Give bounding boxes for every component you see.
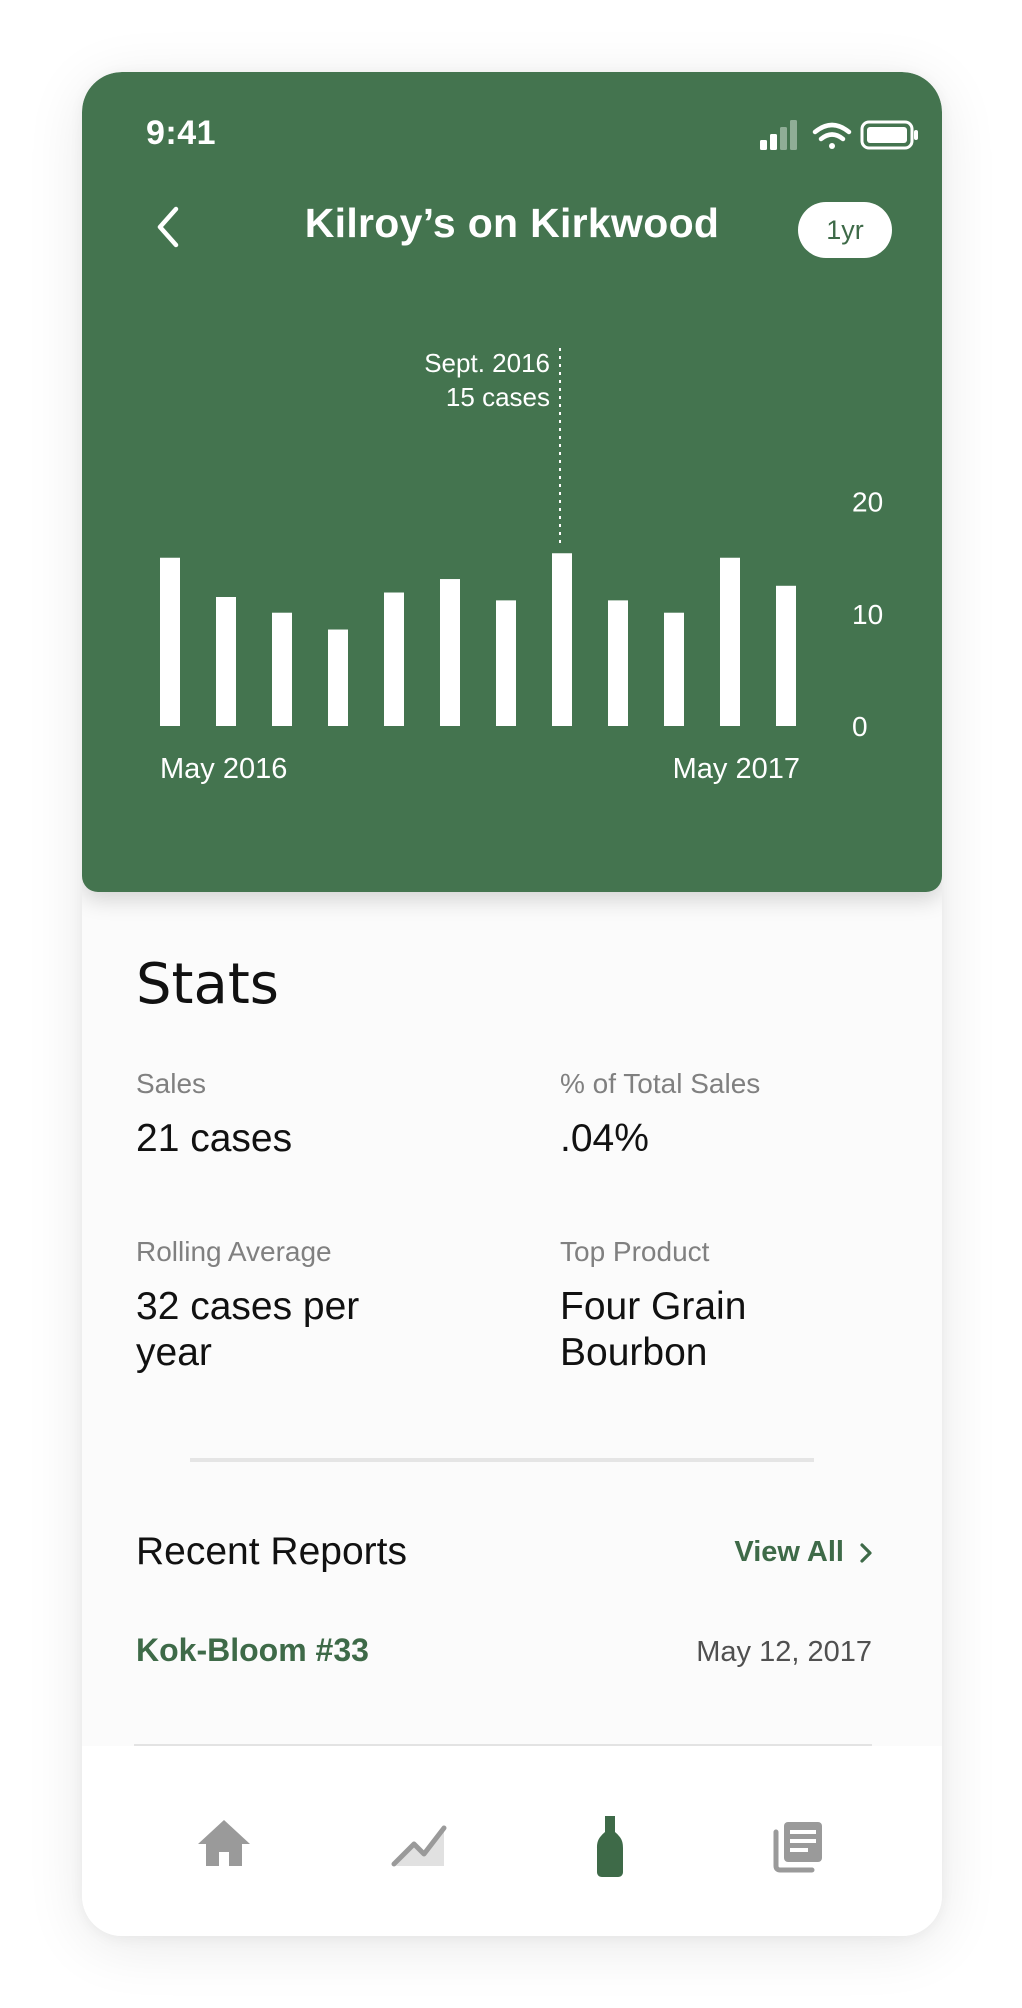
tab-reports[interactable] [758, 1806, 838, 1886]
chart-bar [608, 600, 628, 726]
chart-bar [440, 579, 460, 726]
stat-label: Top Product [560, 1236, 710, 1267]
chevron-right-icon [860, 1542, 872, 1563]
view-all-label: View All [734, 1536, 844, 1568]
x-tick-label: May 2016 [160, 753, 287, 785]
tab-trends[interactable] [380, 1806, 460, 1886]
stat-value: 32 cases per year [136, 1285, 360, 1374]
chart-bar [384, 592, 404, 726]
bottle-icon [597, 1816, 623, 1877]
stat-percent-total-sales: % of Total Sales .04% [560, 1068, 890, 1162]
header-panel: 9:41 Kilroy’s on Kirkwood 1yr 0 10 20 Ma… [82, 72, 942, 892]
tab-home[interactable] [184, 1806, 264, 1886]
phone-frame: 9:41 Kilroy’s on Kirkwood 1yr 0 10 20 Ma… [82, 72, 942, 1936]
section-divider [190, 1458, 814, 1462]
trend-chart-icon [391, 1825, 447, 1867]
stat-sales: Sales 21 cases [136, 1068, 466, 1162]
stat-value: Four Grain Bourbon [560, 1285, 747, 1374]
tab-products[interactable] [570, 1806, 650, 1886]
sales-bar-chart: 0 10 20 May 2016 May 2017 Sept. 2016 15 cases [160, 348, 883, 785]
stats-section: Stats [136, 952, 896, 1017]
y-tick-label: 10 [852, 599, 883, 630]
report-name: Kok-Bloom #33 [136, 1632, 369, 1668]
chart-bar [160, 557, 180, 726]
stat-label: Rolling Average [136, 1236, 332, 1267]
stat-rolling-average: Rolling Average 32 cases per year [136, 1236, 426, 1376]
highlight-month-label: Sept. 2016 [424, 348, 550, 378]
home-icon [198, 1820, 250, 1866]
chart-bar [216, 597, 236, 726]
chart-bar [776, 585, 796, 726]
stats-title: Stats [136, 952, 279, 1017]
chart-bar [664, 612, 684, 726]
stat-label: Sales [136, 1068, 207, 1099]
view-all-button[interactable]: View All [734, 1536, 874, 1569]
highlight-value-label: 15 cases [446, 382, 550, 412]
recent-reports-title: Recent Reports [136, 1530, 407, 1573]
report-date: May 12, 2017 [696, 1636, 872, 1668]
chart-bar [328, 629, 348, 726]
report-list-item[interactable]: Kok-Bloom #33 May 12, 2017 [134, 1632, 872, 1746]
reports-icon [773, 1822, 822, 1873]
chart-bar [272, 612, 292, 726]
chart-bar [720, 557, 740, 726]
chart-bar [496, 600, 516, 726]
y-tick-label: 20 [852, 487, 883, 518]
stat-label: % of Total Sales [560, 1068, 761, 1099]
tab-bar [82, 1746, 942, 1936]
y-tick-label: 0 [852, 711, 868, 742]
stat-top-product: Top Product Four Grain Bourbon [560, 1236, 780, 1376]
stat-value: 21 cases [136, 1117, 293, 1160]
stat-value: .04% [560, 1117, 649, 1160]
x-tick-label: May 2017 [673, 753, 800, 785]
chart-bar [552, 553, 572, 726]
